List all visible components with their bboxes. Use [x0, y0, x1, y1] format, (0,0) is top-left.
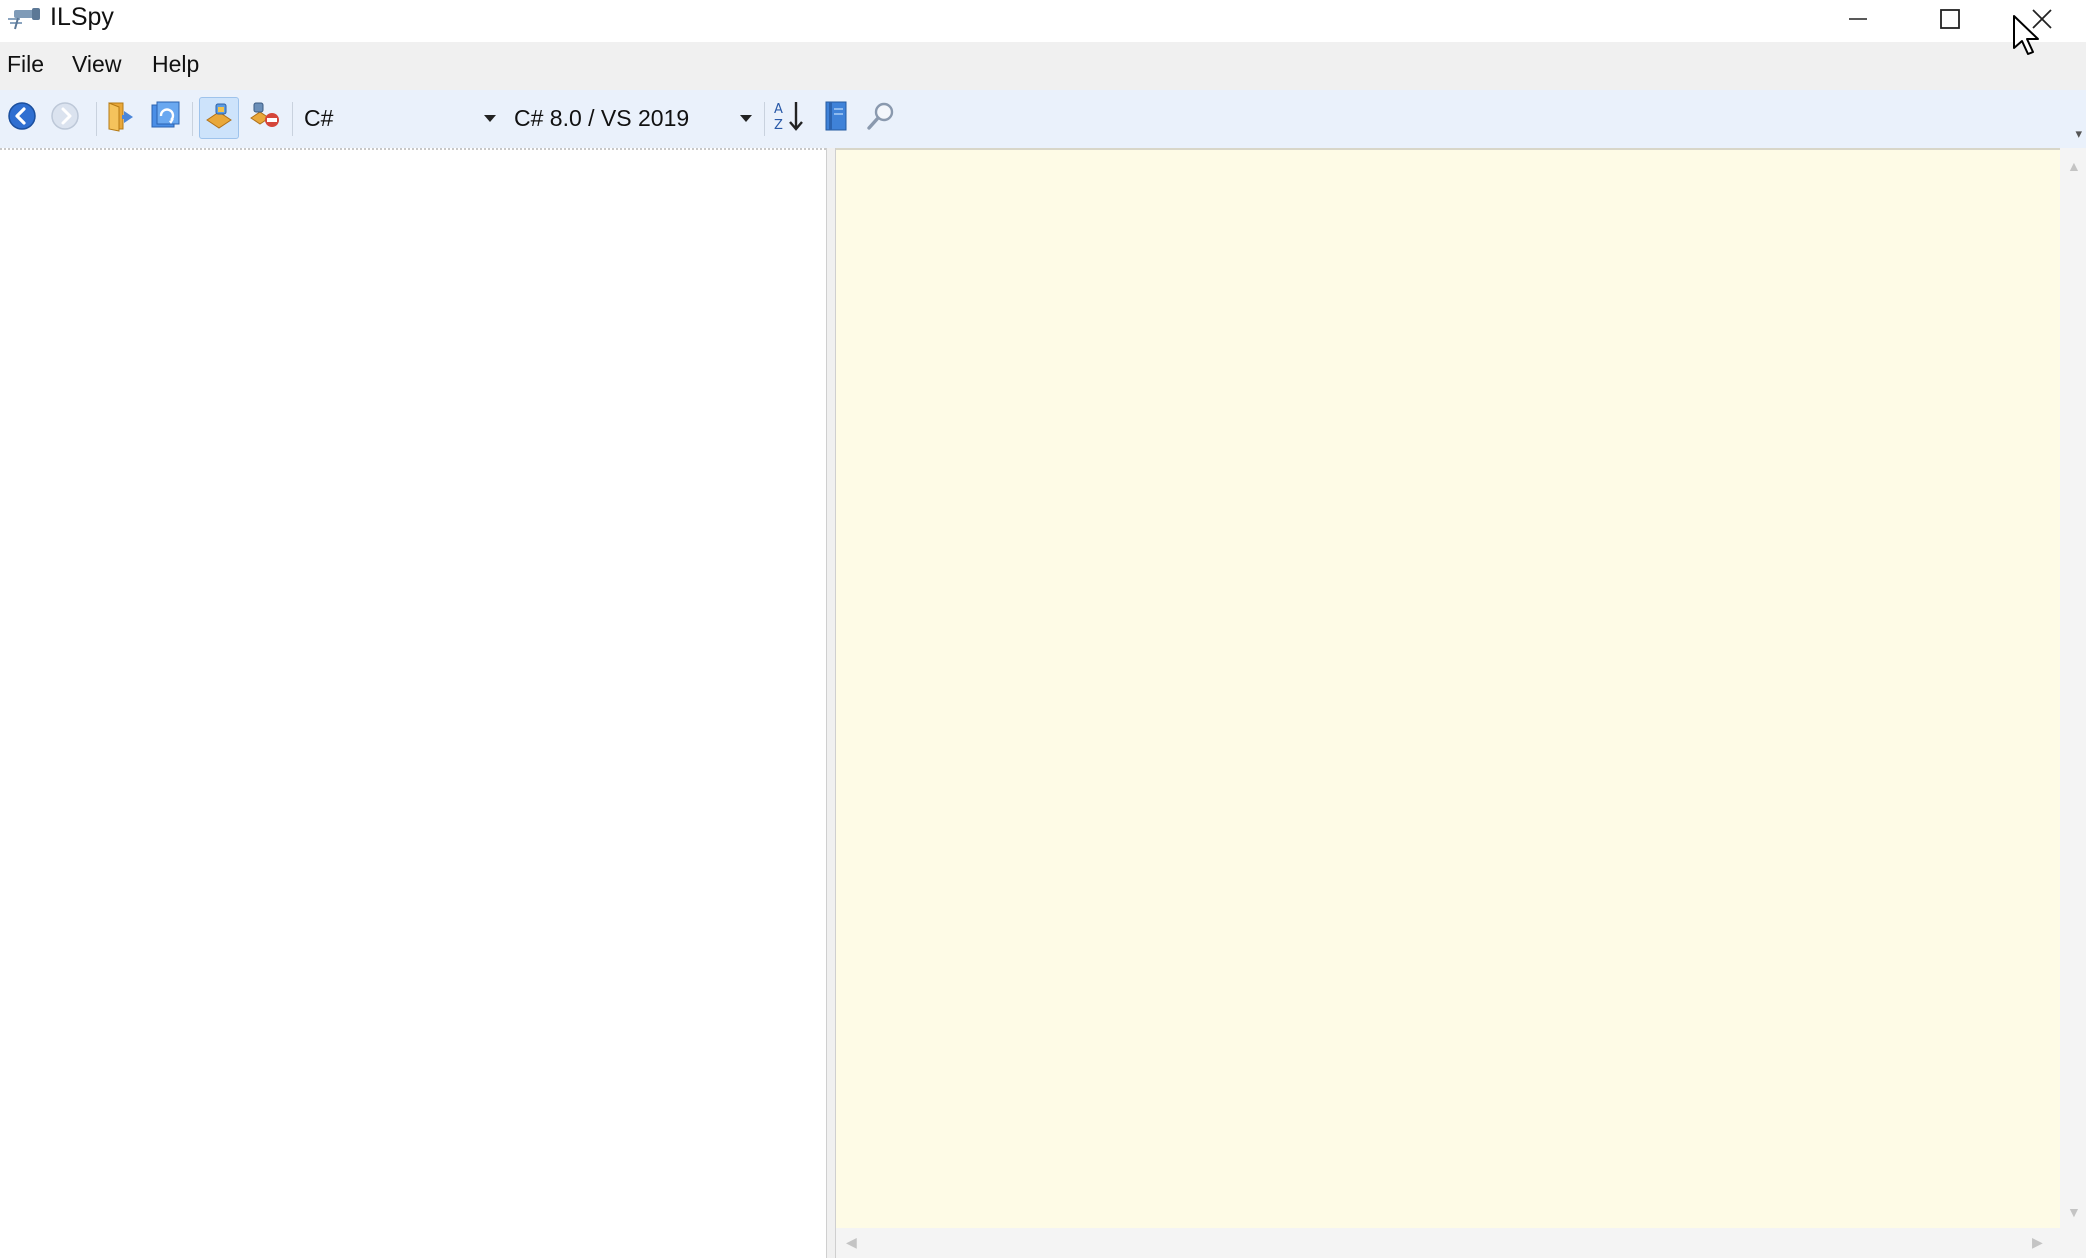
pane-splitter[interactable]: [826, 148, 836, 1258]
svg-text:Z: Z: [774, 118, 783, 133]
search-button[interactable]: [861, 97, 901, 139]
vertical-scrollbar[interactable]: ▲ ▼: [2060, 148, 2086, 1228]
open-assembly-button[interactable]: [101, 97, 141, 139]
scroll-down-icon[interactable]: ▼: [2067, 1204, 2081, 1220]
menu-help[interactable]: Help: [150, 51, 201, 78]
chevron-down-icon: [484, 114, 496, 122]
back-button[interactable]: [2, 97, 42, 139]
title-bar[interactable]: ILSpy: [0, 0, 2086, 42]
assembly-tree-view[interactable]: [0, 148, 826, 1258]
menu-view[interactable]: View: [70, 51, 123, 78]
forward-button[interactable]: [45, 97, 85, 139]
open-assembly-icon: [104, 99, 138, 138]
menu-bar: File View Help: [0, 42, 2086, 90]
minimize-button[interactable]: [1812, 0, 1904, 42]
language-version-select-value: C# 8.0 / VS 2019: [514, 104, 690, 131]
language-select-value: C#: [304, 104, 334, 131]
scroll-up-icon[interactable]: ▲: [2067, 158, 2081, 174]
search-icon: [864, 99, 898, 138]
manage-assembly-list-icon: [821, 99, 851, 138]
maximize-button[interactable]: [1904, 0, 1996, 42]
forward-arrow-icon: [49, 100, 81, 137]
ilspy-window: ILSpy File View Help C# C# 8.0 / VS 2019…: [0, 0, 2086, 1258]
language-select[interactable]: C#: [298, 100, 502, 136]
scroll-right-icon[interactable]: ▶: [2032, 1234, 2043, 1251]
toolbar: C# C# 8.0 / VS 2019 A Z ▾: [0, 90, 2086, 149]
chevron-down-icon: [740, 114, 752, 122]
menu-file[interactable]: File: [5, 51, 46, 78]
toolbar-overflow-icon[interactable]: ▾: [2075, 126, 2082, 142]
show-public-only-button[interactable]: [199, 97, 239, 139]
show-public-only-icon: [203, 100, 235, 137]
reload-icon: [148, 99, 182, 138]
back-arrow-icon: [6, 100, 38, 137]
ilspy-app-icon: [6, 5, 42, 31]
sort-assembly-list-button[interactable]: A Z: [769, 97, 809, 139]
reload-button[interactable]: [145, 97, 185, 139]
show-all-members-icon: [248, 100, 282, 137]
mouse-cursor-icon: [2012, 14, 2042, 58]
language-version-select[interactable]: C# 8.0 / VS 2019: [508, 100, 758, 136]
toolbar-separator: [96, 102, 97, 136]
toolbar-separator: [192, 102, 193, 136]
decompiler-text-view[interactable]: [836, 148, 2060, 1228]
maximize-icon: [1939, 8, 1961, 35]
svg-text:A: A: [774, 102, 783, 117]
scrollbar-corner: [2060, 1228, 2086, 1258]
manage-assembly-lists-button[interactable]: [816, 97, 856, 139]
scroll-left-icon[interactable]: ◀: [846, 1234, 857, 1251]
sort-alphabetically-icon: A Z: [772, 98, 806, 139]
minimize-icon: [1848, 9, 1868, 34]
show-all-members-button[interactable]: [245, 97, 285, 139]
window-title: ILSpy: [50, 3, 114, 31]
toolbar-separator: [764, 102, 765, 136]
toolbar-separator: [292, 102, 293, 136]
horizontal-scrollbar[interactable]: ◀ ▶: [836, 1228, 2060, 1258]
